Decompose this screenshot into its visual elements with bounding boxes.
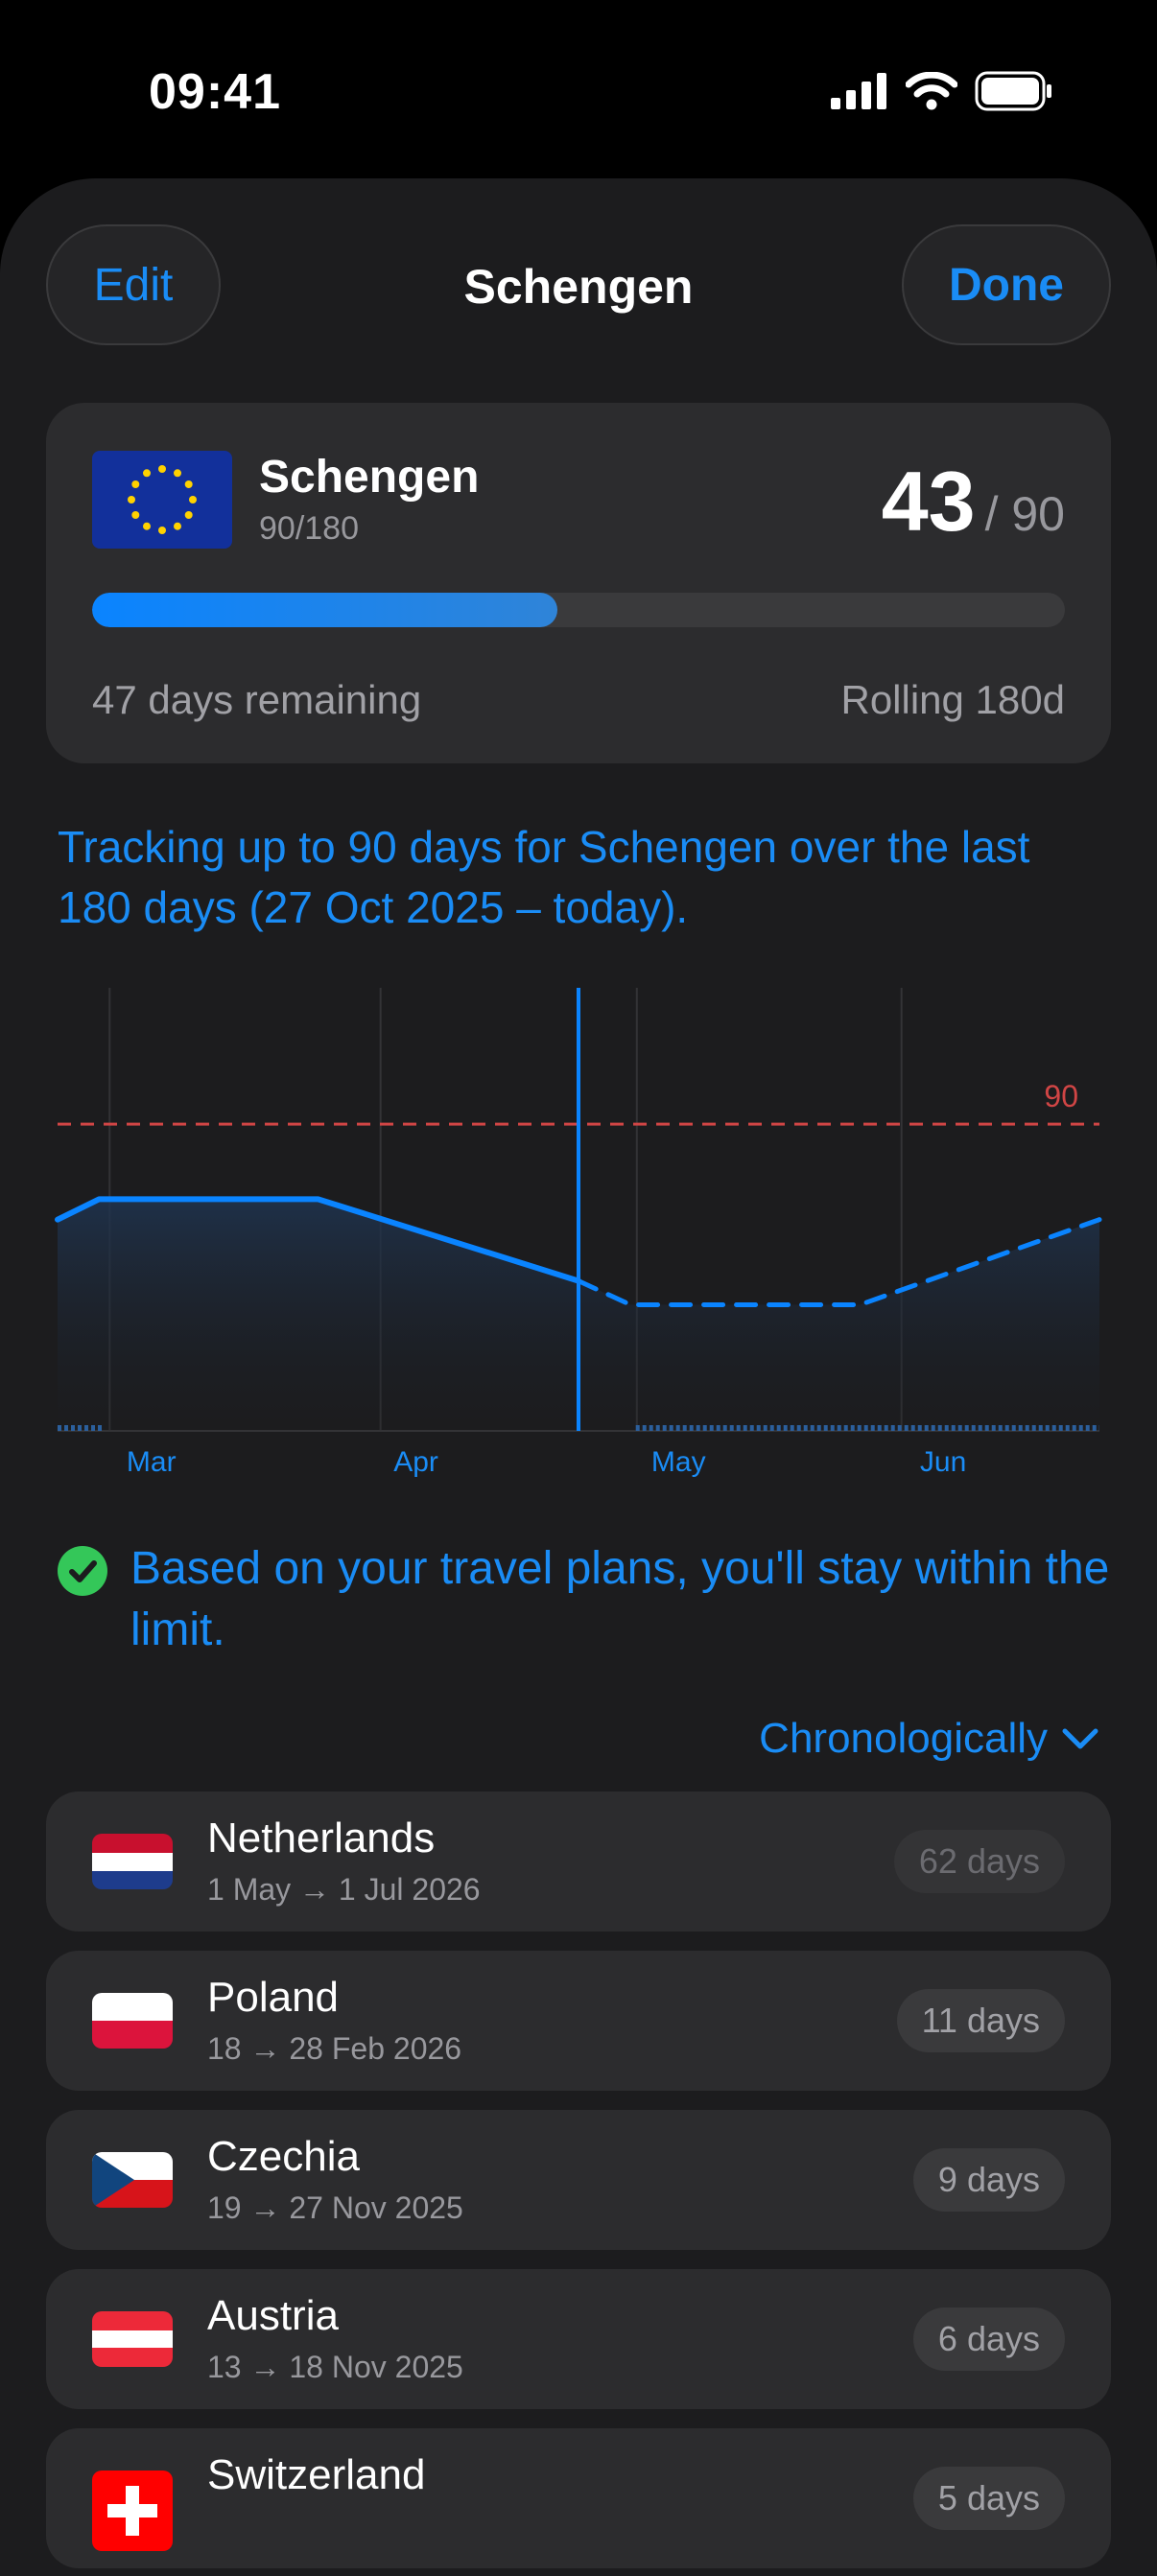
trip-duration-badge: 62 days — [893, 1830, 1065, 1893]
trip-row[interactable]: Austria 13 → 18 Nov 2025 6 days — [46, 2269, 1111, 2409]
chart-limit-label: 90 — [1044, 1079, 1078, 1113]
status-bar: 09:41 — [0, 0, 1157, 182]
chart-x-tick-label: Mar — [127, 1446, 177, 1478]
czechia-flag-icon — [92, 2152, 173, 2208]
tracking-description: Tracking up to 90 days for Schengen over… — [58, 822, 1030, 932]
trip-country: Switzerland — [207, 2451, 426, 2498]
chart-x-tick-label: Apr — [393, 1446, 438, 1478]
trip-duration-badge: 5 days — [912, 2467, 1065, 2530]
chart-x-tick-label: Jun — [920, 1446, 966, 1478]
trip-duration-badge: 6 days — [912, 2307, 1065, 2371]
eu-star — [128, 496, 135, 503]
trip-country: Czechia — [207, 2133, 360, 2180]
eu-star — [131, 511, 140, 519]
trip-duration-badge: 9 days — [912, 2148, 1065, 2212]
eu-star — [143, 469, 151, 478]
zone-summary-card: Schengen 90/180 43 / 90 47 days remainin… — [46, 403, 1111, 763]
cellular-signal-icon — [831, 73, 886, 109]
wifi-icon — [906, 72, 957, 110]
chart-x-tick-label: May — [651, 1446, 706, 1478]
eu-star — [158, 527, 166, 534]
forecast-message: Based on your travel plans, you'll stay … — [130, 1543, 1110, 1655]
eu-star — [158, 465, 166, 473]
days-used: 43 — [881, 454, 976, 549]
trip-row[interactable]: Switzerland 5 days — [46, 2428, 1111, 2568]
eu-star — [174, 469, 181, 478]
netherlands-flag-icon — [92, 1834, 173, 1889]
trip-country: Poland — [207, 1974, 340, 2021]
zone-rule: 90/180 — [259, 510, 359, 547]
poland-flag-icon — [92, 1993, 173, 2049]
usage-progress-fill — [92, 593, 557, 627]
trip-row[interactable]: Czechia 19 → 27 Nov 2025 9 days — [46, 2110, 1111, 2250]
trip-dates: 1 May → 1 Jul 2026 — [207, 1872, 481, 1907]
days-remaining: 47 days remaining — [92, 677, 422, 722]
battery-icon — [975, 71, 1051, 111]
eu-star — [184, 480, 193, 488]
switzerland-flag-icon — [92, 2471, 173, 2551]
sort-menu-button[interactable]: Chronologically — [759, 1715, 1099, 1763]
eu-star — [131, 480, 140, 488]
eu-star — [143, 522, 151, 530]
trip-dates: 18 → 28 Feb 2026 — [207, 2031, 462, 2066]
chevron-down-icon — [1062, 1728, 1098, 1749]
trip-row[interactable]: Poland 18 → 28 Feb 2026 11 days — [46, 1951, 1111, 2091]
austria-flag-icon — [92, 2311, 173, 2367]
window-mode: Rolling 180d — [840, 677, 1065, 722]
days-limit: / 90 — [984, 487, 1065, 541]
usage-progress-bar — [92, 593, 1065, 627]
checkmark-circle-icon — [58, 1546, 107, 1596]
trip-country: Austria — [207, 2292, 339, 2339]
trip-dates: 19 → 27 Nov 2025 — [207, 2190, 463, 2225]
trip-row[interactable]: Netherlands 1 May → 1 Jul 2026 62 days — [46, 1791, 1111, 1932]
usage-chart[interactable]: 90 Mar Apr May Jun — [0, 988, 1157, 1487]
done-button[interactable]: Done — [902, 224, 1111, 345]
trip-dates: 13 → 18 Nov 2025 — [207, 2350, 463, 2384]
zone-name: Schengen — [259, 452, 480, 503]
status-time: 09:41 — [149, 64, 281, 120]
status-icons — [831, 71, 1053, 111]
eu-star — [174, 522, 181, 530]
eu-flag-icon — [92, 451, 232, 549]
sort-label: Chronologically — [759, 1715, 1048, 1762]
eu-star — [189, 496, 197, 503]
trip-duration-badge: 11 days — [896, 1989, 1065, 2052]
trip-country: Netherlands — [207, 1815, 436, 1862]
eu-star — [184, 511, 193, 519]
days-used-counter: 43 / 90 — [882, 453, 1065, 550]
